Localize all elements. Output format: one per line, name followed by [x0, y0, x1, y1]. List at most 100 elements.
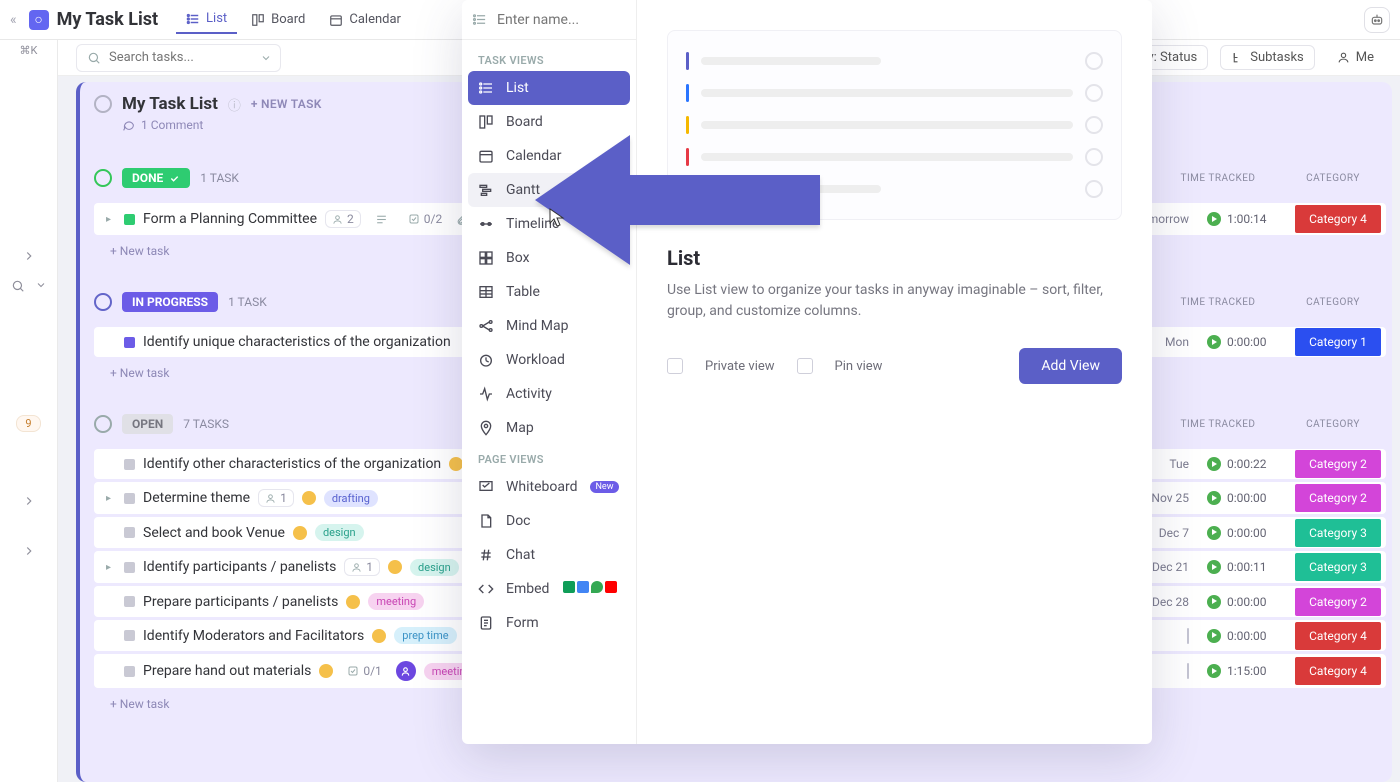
play-icon[interactable]: [1207, 457, 1221, 471]
time-tracked[interactable]: 1:15:00: [1207, 664, 1277, 678]
status-square-icon[interactable]: [124, 562, 135, 573]
tab-calendar[interactable]: Calendar: [319, 5, 411, 34]
sidebar-badge[interactable]: 9: [16, 415, 40, 432]
status-square-icon[interactable]: [124, 630, 135, 641]
play-icon[interactable]: [1207, 629, 1221, 643]
status-badge[interactable]: IN PROGRESS: [122, 292, 218, 312]
avatar[interactable]: [396, 661, 416, 681]
view-option-calendar[interactable]: Calendar: [468, 139, 630, 173]
rail-expand-1[interactable]: [22, 249, 36, 263]
time-tracked[interactable]: 0:00:00: [1207, 491, 1277, 505]
category-badge[interactable]: Category 2: [1295, 450, 1381, 478]
view-option-whiteboard[interactable]: WhiteboardNew: [468, 470, 630, 504]
tag-chip[interactable]: prep time: [394, 627, 456, 644]
subtask-progress[interactable]: 0/2: [402, 211, 448, 227]
status-square-icon[interactable]: [124, 527, 135, 538]
tag-chip[interactable]: drafting: [324, 490, 378, 507]
search-input[interactable]: [76, 44, 281, 72]
view-option-activity[interactable]: Activity: [468, 377, 630, 411]
me-filter-button[interactable]: Me: [1327, 46, 1384, 69]
time-tracked[interactable]: 1:00:14: [1207, 212, 1277, 226]
tab-board[interactable]: Board: [241, 5, 315, 34]
time-tracked[interactable]: 0:00:00: [1207, 595, 1277, 609]
rail-expand-2[interactable]: [22, 494, 36, 508]
tag-chip[interactable]: meeting: [368, 593, 424, 610]
group-collapse-toggle[interactable]: [94, 169, 112, 187]
tag-chip[interactable]: design: [315, 524, 364, 541]
status-dot-icon[interactable]: [388, 560, 402, 574]
view-option-table[interactable]: Table: [468, 275, 630, 309]
category-badge[interactable]: Category 3: [1295, 553, 1381, 581]
add-view-button[interactable]: Add View: [1019, 348, 1122, 384]
assignee-count[interactable]: 1: [258, 489, 294, 507]
space-logo-icon[interactable]: ○: [29, 10, 49, 30]
view-option-gantt[interactable]: Gantt: [468, 173, 630, 207]
view-name-input[interactable]: [462, 0, 636, 40]
time-tracked[interactable]: 0:00:00: [1207, 526, 1277, 540]
assignee-count[interactable]: 2: [325, 210, 361, 228]
time-tracked[interactable]: 0:00:00: [1207, 629, 1277, 643]
status-square-icon[interactable]: [124, 493, 135, 504]
time-tracked[interactable]: 0:00:00: [1207, 335, 1277, 349]
view-name-field[interactable]: [497, 12, 617, 28]
chevron-down-icon[interactable]: [260, 52, 272, 64]
view-option-form[interactable]: Form: [468, 606, 630, 640]
status-badge[interactable]: OPEN: [122, 414, 173, 434]
date-picker-icon[interactable]: [1187, 628, 1189, 644]
status-dot-icon[interactable]: [293, 526, 307, 540]
date-picker-icon[interactable]: [1187, 663, 1189, 679]
status-badge[interactable]: DONE: [122, 168, 190, 188]
status-square-icon[interactable]: [124, 214, 135, 225]
view-option-list[interactable]: List: [468, 71, 630, 105]
status-dot-icon[interactable]: [302, 491, 316, 505]
play-icon[interactable]: [1207, 664, 1221, 678]
status-square-icon[interactable]: [124, 459, 135, 470]
group-collapse-toggle[interactable]: [94, 415, 112, 433]
view-option-board[interactable]: Board: [468, 105, 630, 139]
new-task-button[interactable]: + NEW TASK: [251, 97, 322, 111]
tab-list[interactable]: List: [176, 5, 237, 34]
time-tracked[interactable]: 0:00:11: [1207, 560, 1277, 574]
view-option-workload[interactable]: Workload: [468, 343, 630, 377]
subtasks-button[interactable]: Subtasks: [1220, 45, 1315, 70]
group-collapse-toggle[interactable]: [94, 293, 112, 311]
pin-view-checkbox[interactable]: [797, 358, 813, 374]
play-icon[interactable]: [1207, 335, 1221, 349]
category-badge[interactable]: Category 1: [1295, 328, 1381, 356]
status-square-icon[interactable]: [124, 666, 135, 677]
play-icon[interactable]: [1207, 212, 1221, 226]
play-icon[interactable]: [1207, 595, 1221, 609]
search-field[interactable]: [109, 50, 239, 65]
category-badge[interactable]: Category 3: [1295, 519, 1381, 547]
status-square-icon[interactable]: [124, 596, 135, 607]
desc-icon[interactable]: [369, 212, 394, 227]
rail-search-toggle[interactable]: [11, 279, 47, 293]
play-icon[interactable]: [1207, 560, 1221, 574]
status-dot-icon[interactable]: [319, 664, 333, 678]
category-badge[interactable]: Category 2: [1295, 484, 1381, 512]
view-option-chat[interactable]: Chat: [468, 538, 630, 572]
info-icon[interactable]: ⓘ: [228, 95, 241, 114]
assignee-count[interactable]: 1: [344, 558, 380, 576]
header-robot-button[interactable]: [1364, 7, 1390, 33]
rail-expand-3[interactable]: [22, 544, 36, 558]
view-option-box[interactable]: Box: [468, 241, 630, 275]
category-badge[interactable]: Category 2: [1295, 588, 1381, 616]
play-icon[interactable]: [1207, 491, 1221, 505]
category-badge[interactable]: Category 4: [1295, 205, 1381, 233]
category-badge[interactable]: Category 4: [1295, 657, 1381, 685]
category-badge[interactable]: Category 4: [1295, 622, 1381, 650]
status-dot-icon[interactable]: [346, 595, 360, 609]
time-tracked[interactable]: 0:00:22: [1207, 457, 1277, 471]
list-status-icon[interactable]: [94, 95, 112, 113]
status-square-icon[interactable]: [124, 337, 135, 348]
status-dot-icon[interactable]: [372, 629, 386, 643]
view-option-map[interactable]: Map: [468, 411, 630, 445]
view-option-mind-map[interactable]: Mind Map: [468, 309, 630, 343]
collapse-sidebar-icon[interactable]: «: [10, 12, 17, 28]
private-view-checkbox[interactable]: [667, 358, 683, 374]
subtask-progress[interactable]: 0/1: [341, 663, 387, 679]
view-option-embed[interactable]: Embed: [468, 572, 630, 606]
play-icon[interactable]: [1207, 526, 1221, 540]
tag-chip[interactable]: design: [410, 559, 459, 576]
